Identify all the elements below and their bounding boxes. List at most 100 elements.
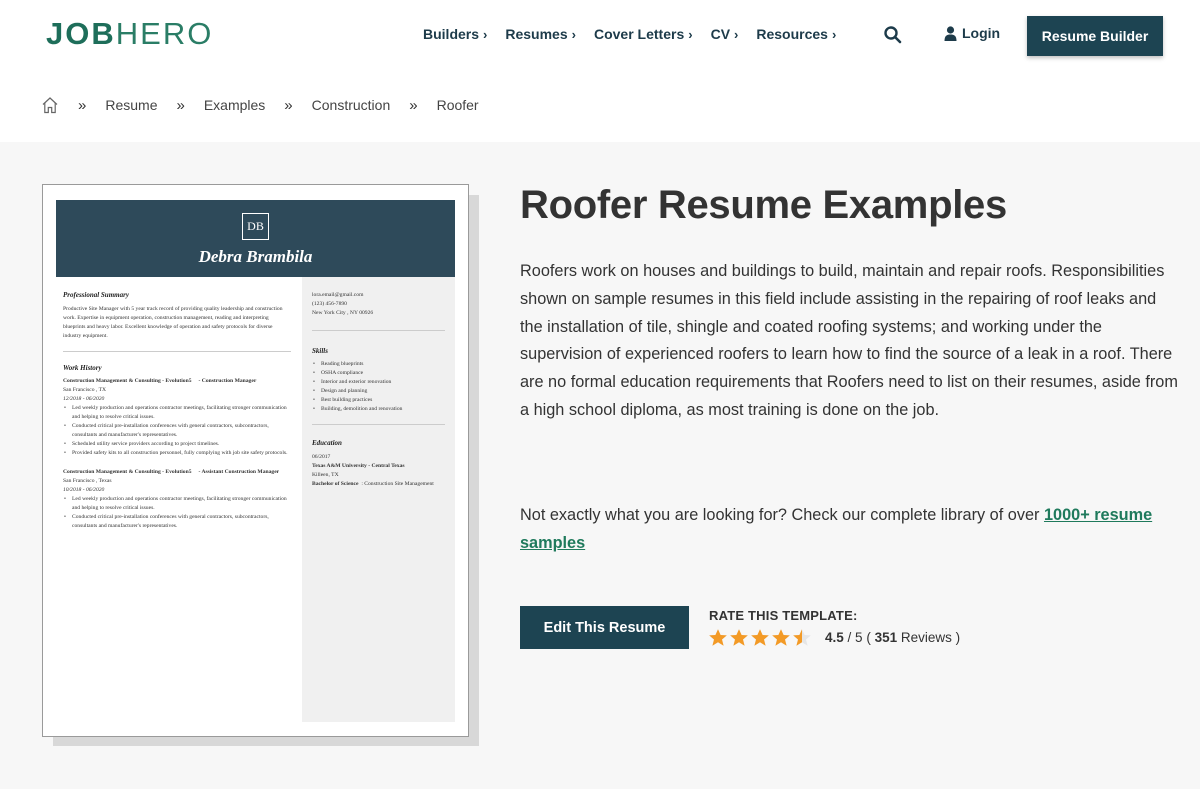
education-school: Texas A&M University - Central Texas: [312, 463, 405, 469]
resume-preview[interactable]: DB Debra Brambila Professional Summary P…: [42, 184, 469, 737]
review-count: 351: [874, 630, 898, 645]
resume-name: Debra Brambila: [198, 247, 313, 266]
search-icon[interactable]: [883, 25, 903, 45]
job-bullet: Conducted critical pre-installation conf…: [63, 513, 291, 531]
job-entry: Construction Management & Consulting - E…: [63, 468, 291, 531]
star-icon[interactable]: [750, 628, 770, 648]
resume-right-column: lora.email@gmail.com (123) 456-7890 New …: [302, 277, 455, 722]
page-description: Roofers work on houses and buildings to …: [520, 262, 1178, 419]
logo-bold-text: JOB: [46, 16, 116, 51]
nav-label: CV: [710, 26, 731, 42]
job-bullet: Led weekly production and operations con…: [63, 404, 291, 422]
divider: [63, 351, 291, 352]
job-dates: 10/2018 - 06/2020: [63, 487, 105, 493]
breadcrumb-separator: »: [409, 96, 418, 114]
skill-item: Design and planning: [312, 387, 445, 396]
job-bullets: Led weekly production and operations con…: [63, 404, 291, 458]
breadcrumb-separator: »: [284, 96, 293, 114]
job-bullet: Led weekly production and operations con…: [63, 495, 291, 513]
education-location: Killeen, TX: [312, 472, 339, 478]
nav-cv[interactable]: CV ›: [711, 26, 739, 42]
rating-summary: 4.5 / 5 ( 351 Reviews ): [825, 630, 960, 645]
nav-label: Resources: [756, 26, 828, 42]
more-samples-text: Not exactly what you are looking for? Ch…: [520, 502, 1180, 558]
page-title: Roofer Resume Examples: [520, 183, 1007, 227]
education-date: 06/2017: [312, 454, 331, 460]
job-title-line: Construction Management & Consulting - E…: [63, 468, 291, 477]
skill-item: Interior and exterior renovation: [312, 378, 445, 387]
job-location: San Francisco , Texas: [63, 478, 112, 484]
job-company: Construction Management & Consulting - E…: [63, 378, 192, 384]
star-icon[interactable]: [771, 628, 791, 648]
chevron-right-icon: ›: [483, 27, 488, 42]
breadcrumb-resume[interactable]: Resume: [105, 97, 157, 113]
job-bullet: Scheduled utility service providers acco…: [63, 440, 291, 449]
star-icon[interactable]: [708, 628, 728, 648]
nav-label: Resumes: [505, 26, 568, 42]
job-title-line: Construction Management & Consulting - E…: [63, 377, 291, 386]
login-link[interactable]: Login: [944, 25, 1000, 41]
skills-list: Reading blueprints OSHA compliance Inter…: [312, 360, 445, 414]
resume-monogram: DB: [242, 213, 269, 240]
reviews-word: Reviews: [900, 630, 952, 645]
job-role: - Construction Manager: [198, 378, 257, 384]
rate-template-label: RATE THIS TEMPLATE:: [709, 608, 858, 623]
star-rating[interactable]: [708, 628, 812, 648]
skill-item: Building, demolition and renovation: [312, 405, 445, 414]
rating-score: 4.5: [825, 630, 844, 645]
job-location: San Francisco , TX: [63, 387, 107, 393]
nav-resumes[interactable]: Resumes ›: [505, 26, 576, 42]
skill-item: OSHA compliance: [312, 369, 445, 378]
divider: [312, 330, 445, 331]
breadcrumb-separator: »: [78, 96, 87, 114]
star-icon[interactable]: [792, 628, 812, 648]
edit-resume-button[interactable]: Edit This Resume: [520, 606, 689, 649]
education-heading: Education: [312, 439, 342, 447]
job-bullet: Provided safety kits to all construction…: [63, 449, 291, 458]
divider: [312, 424, 445, 425]
rating-max: / 5: [847, 630, 863, 645]
skills-heading: Skills: [312, 347, 328, 355]
jobhero-logo[interactable]: JOBHERO: [46, 16, 213, 52]
education-degree: Bachelor of Science: [312, 481, 359, 487]
nav-cover-letters[interactable]: Cover Letters ›: [594, 26, 693, 42]
job-bullet: Conducted critical pre-installation conf…: [63, 422, 291, 440]
nav-resources[interactable]: Resources ›: [756, 26, 836, 42]
job-dates: 12/2018 - 06/2020: [63, 396, 105, 402]
contact-city: New York City , NY 00926: [312, 310, 374, 316]
skill-item: Best building practices: [312, 396, 445, 405]
breadcrumb-separator: »: [176, 96, 185, 114]
paren-close: ): [955, 630, 961, 645]
breadcrumb-current: Roofer: [436, 97, 479, 113]
resume-header: DB Debra Brambila: [56, 200, 455, 277]
more-samples-lead: Not exactly what you are looking for? Ch…: [520, 506, 1044, 524]
main-nav: Builders › Resumes › Cover Letters › CV › Re…: [423, 26, 854, 42]
site-header: JOBHERO Builders › Resumes › Cover Letters…: [0, 0, 1200, 72]
login-label: Login: [962, 25, 1001, 41]
contact-phone: (123) 456-7890: [312, 301, 347, 307]
chevron-right-icon: ›: [734, 27, 739, 42]
education-degree-line: Bachelor of Science : Construction Site …: [312, 480, 445, 489]
nav-builders[interactable]: Builders ›: [423, 26, 487, 42]
user-icon: [944, 25, 957, 41]
job-company: Construction Management & Consulting - E…: [63, 469, 192, 475]
resume-left-column: Professional Summary Productive Site Man…: [63, 291, 291, 531]
education-field: : Construction Site Management: [361, 481, 434, 487]
nav-label: Cover Letters: [593, 26, 685, 42]
job-role: - Assistant Construction Manager: [198, 469, 280, 475]
logo-light-text: HERO: [115, 16, 214, 51]
paren-open: (: [866, 630, 871, 645]
job-bullets: Led weekly production and operations con…: [63, 495, 291, 531]
chevron-right-icon: ›: [688, 27, 693, 42]
summary-text: Productive Site Manager with 5 year trac…: [63, 306, 283, 339]
summary-heading: Professional Summary: [63, 291, 129, 299]
breadcrumb-examples[interactable]: Examples: [204, 97, 265, 113]
resume-builder-button[interactable]: Resume Builder: [1027, 16, 1163, 56]
job-entry: Construction Management & Consulting - E…: [63, 377, 291, 458]
work-history-heading: Work History: [63, 364, 102, 372]
skill-item: Reading blueprints: [312, 360, 445, 369]
home-icon[interactable]: [41, 96, 59, 114]
star-icon[interactable]: [729, 628, 749, 648]
breadcrumb: » Resume » Examples » Construction » Roo…: [0, 72, 1200, 142]
breadcrumb-construction[interactable]: Construction: [312, 97, 391, 113]
